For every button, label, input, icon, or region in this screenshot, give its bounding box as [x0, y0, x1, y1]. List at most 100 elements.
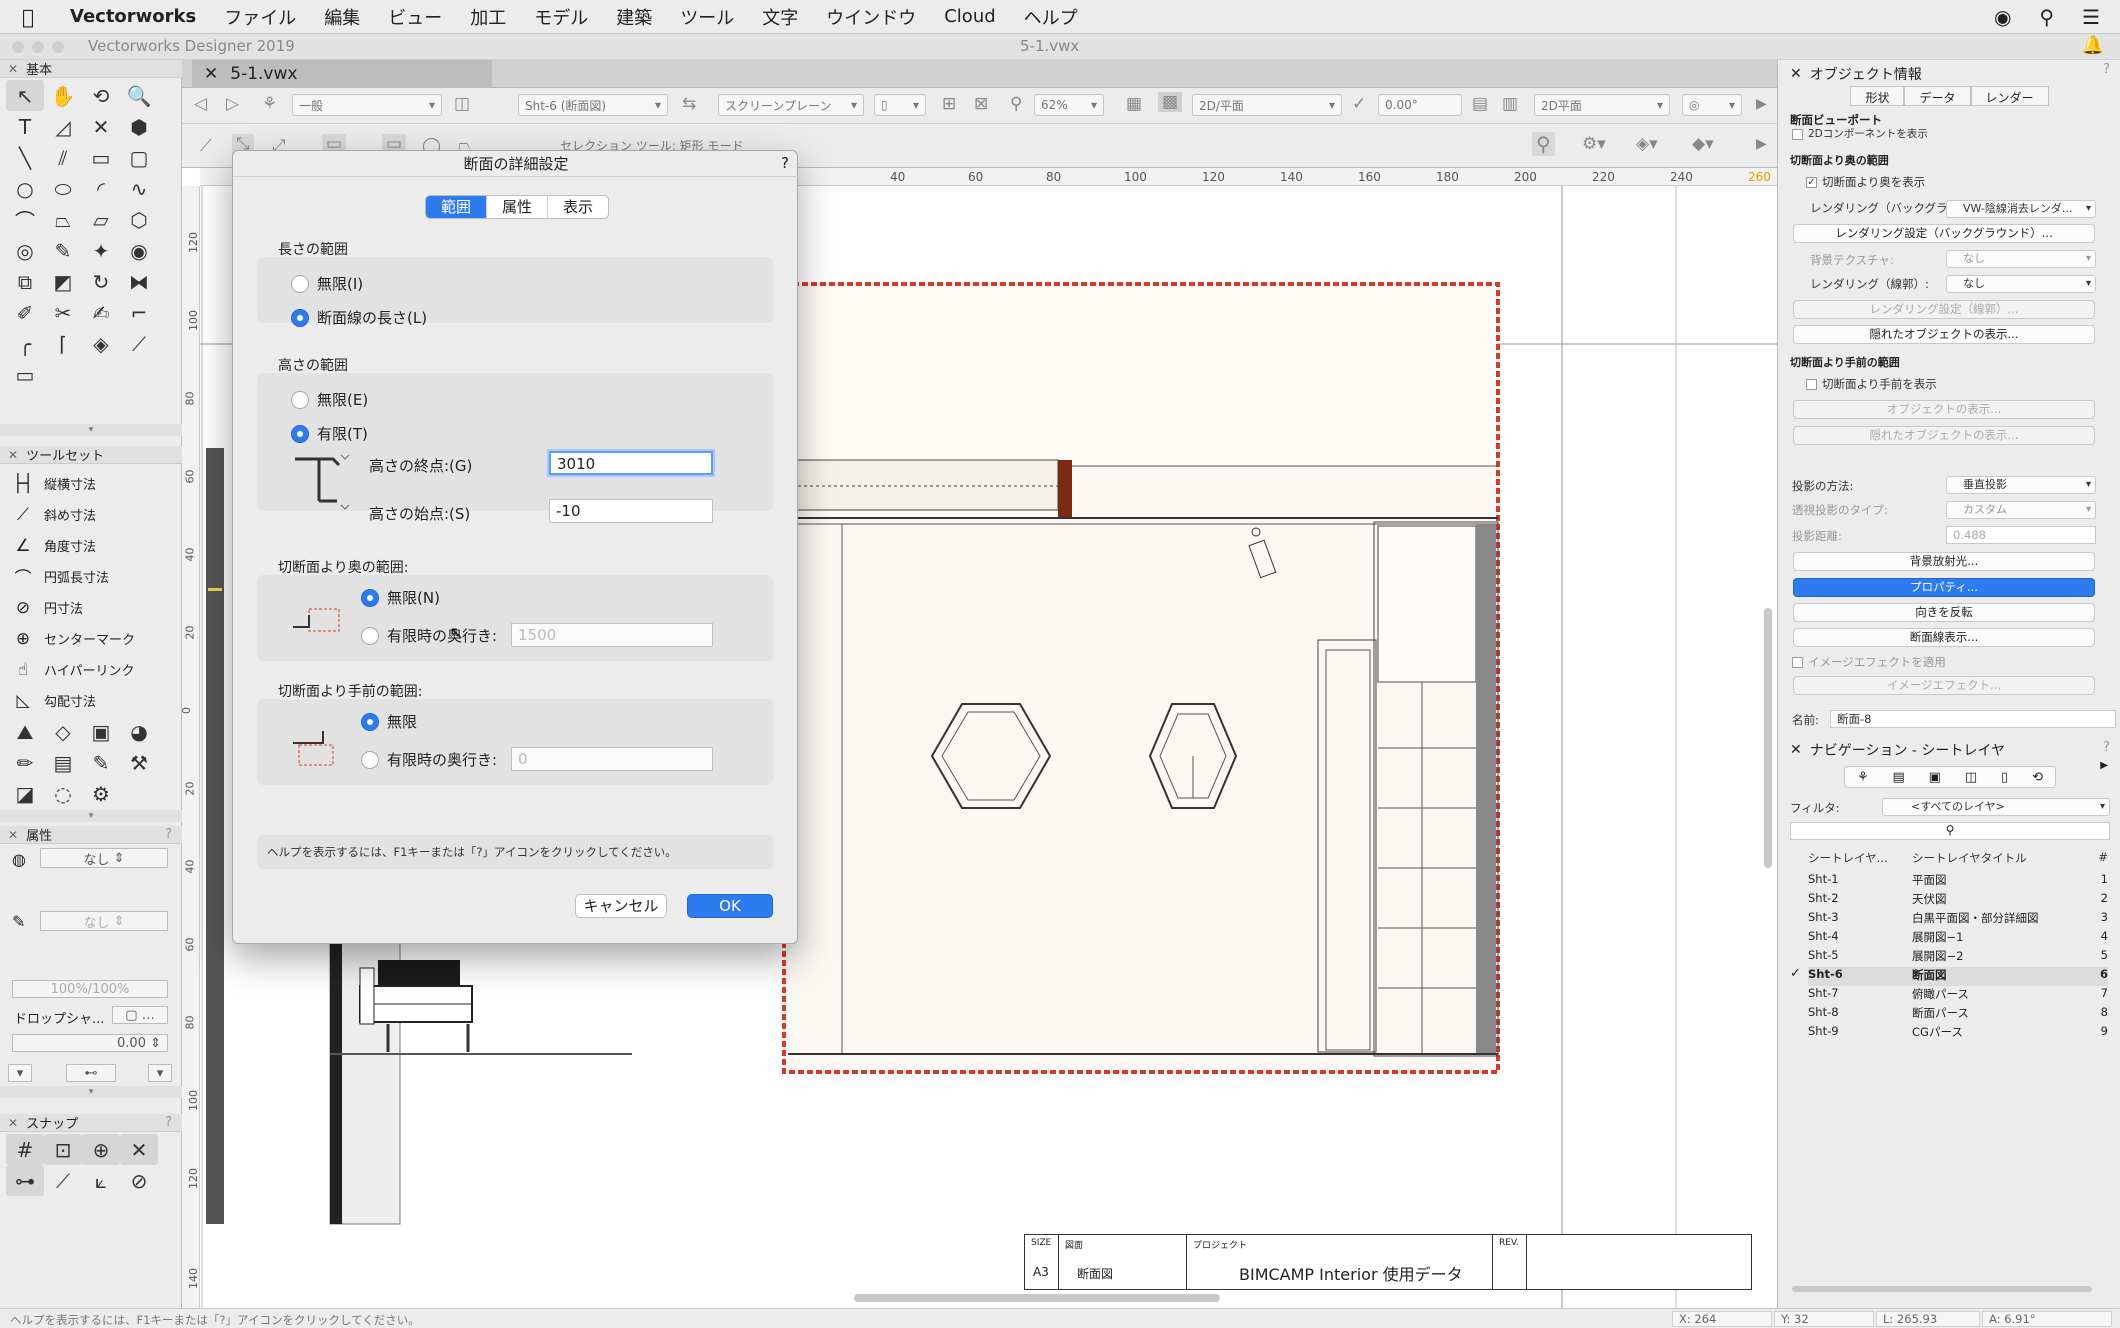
render-mode-icon[interactable]: ▩: [1158, 92, 1183, 112]
forward-arrow-icon[interactable]: ▷: [226, 94, 239, 114]
front-depth-field[interactable]: 0: [511, 747, 713, 771]
navigation-scrollbar[interactable]: [1792, 1286, 2092, 1292]
sheet-row[interactable]: Sht-9 CGパース 9: [1808, 1024, 2108, 1043]
sheet-row[interactable]: Sht-3 白黒平面図・部分詳細図 3: [1808, 910, 2108, 929]
rotate-plan-icon[interactable]: ✓: [1352, 94, 1366, 114]
menu-window[interactable]: ウインドウ: [812, 4, 930, 30]
record-icon[interactable]: ◉: [1994, 5, 2011, 29]
coord-angle[interactable]: A: 6.91°: [1982, 1311, 2112, 1327]
palette-resize-handle[interactable]: ▾: [0, 424, 182, 436]
sheet-row[interactable]: Sht-2 天伏図 2: [1808, 891, 2108, 910]
filter-select[interactable]: <すべてのレイヤ>: [1882, 798, 2110, 816]
zoom-select[interactable]: 62% ▾: [1034, 94, 1104, 116]
more-arrow-icon[interactable]: ▶: [1756, 96, 1767, 112]
dim-tool-item[interactable]: ⊕ センターマーク: [6, 623, 172, 654]
flip-button[interactable]: 向きを反転: [1793, 603, 2095, 622]
tab-attributes[interactable]: 属性: [486, 196, 547, 218]
dialog-help-button[interactable]: ?: [781, 154, 789, 172]
fillet-tool-icon[interactable]: ╭: [6, 328, 44, 359]
site-tools-icon[interactable]: ⛰: [6, 716, 44, 747]
double-line-tool-icon[interactable]: ⫽: [44, 142, 82, 173]
callout-tool-icon[interactable]: ◿: [44, 111, 82, 142]
render-line-settings-button[interactable]: レンダリング設定（線郭）...: [1793, 300, 2095, 319]
line-thickness-field[interactable]: 0.00 ⇕: [12, 1034, 168, 1052]
image-effect-button[interactable]: イメージエフェクト...: [1793, 676, 2095, 695]
distance-field[interactable]: 0.488: [1946, 526, 2096, 544]
unified-view-icon[interactable]: ▦: [1126, 94, 1142, 114]
close-icon[interactable]: ✕: [1790, 742, 1802, 758]
layer-stack-icon[interactable]: ▤: [1472, 94, 1488, 114]
rectangle-tool-icon[interactable]: ▭: [82, 142, 120, 173]
landscape-icon[interactable]: ▤: [44, 747, 82, 778]
apple-icon[interactable]: : [0, 5, 56, 29]
detailing-icon[interactable]: ✏: [6, 747, 44, 778]
trim-tool-icon[interactable]: ✂: [44, 297, 82, 328]
cancel-button[interactable]: キャンセル: [575, 894, 667, 918]
furniture-icon[interactable]: ▣: [82, 716, 120, 747]
dim-tool-item[interactable]: ├┤ 縦横寸法: [6, 468, 172, 499]
zoom-tool-icon[interactable]: 🔍: [120, 80, 158, 111]
zoom-window-button[interactable]: [52, 41, 64, 53]
menu-file[interactable]: ファイル: [210, 4, 310, 30]
ok-button[interactable]: OK: [687, 894, 773, 918]
rounded-rectangle-tool-icon[interactable]: ▢: [120, 142, 158, 173]
col-sheet-title[interactable]: シートレイヤタイトル: [1912, 850, 2027, 866]
layer-select[interactable]: Sht-6 (断面図) ▾: [518, 94, 668, 116]
page-setup-button[interactable]: ▯ ▾: [874, 94, 926, 116]
close-tab-icon[interactable]: ✕: [204, 64, 218, 84]
snap-grid-icon[interactable]: #: [6, 1134, 44, 1165]
close-icon[interactable]: ✕: [8, 1116, 18, 1130]
spiral-tool-icon[interactable]: ◎: [6, 235, 44, 266]
sheet-row[interactable]: Sht-4 展開図−1 4: [1808, 929, 2108, 948]
menu-architecture[interactable]: 建築: [602, 4, 666, 30]
text-tool-icon[interactable]: T: [6, 111, 44, 142]
pan-tool-icon[interactable]: ✋: [44, 80, 82, 111]
perspective-select[interactable]: カスタム: [1946, 501, 2096, 519]
back-finite-radio[interactable]: 有限時の奥行き:: [361, 625, 497, 646]
tab-shape[interactable]: 形状: [1850, 86, 1905, 106]
menu-help[interactable]: ヘルプ: [1010, 4, 1092, 30]
saved-views-icon[interactable]: ▯: [2001, 770, 2008, 785]
section-line-button[interactable]: 断面線表示...: [1793, 628, 2095, 647]
flyover-tool-icon[interactable]: ⟲: [82, 80, 120, 111]
minimize-window-button[interactable]: [32, 41, 44, 53]
attribute-mapping-tool-icon[interactable]: ◩: [44, 266, 82, 297]
bg-texture-select[interactable]: なし: [1946, 250, 2096, 268]
dim-tool-item[interactable]: ☝ ハイパーリンク: [6, 654, 172, 685]
eyedropper-tool-icon[interactable]: ✎: [44, 235, 82, 266]
freehand-tool-icon[interactable]: ∿: [120, 173, 158, 204]
class-select[interactable]: 一般 ▾: [292, 94, 442, 116]
plan-rotation-field[interactable]: 0.00°: [1378, 94, 1462, 116]
offset-tool-icon[interactable]: ⧉: [6, 266, 44, 297]
regular-polygon-tool-icon[interactable]: ⬡: [120, 204, 158, 235]
tape-tool-icon[interactable]: ▭: [6, 359, 44, 390]
palette-resize-handle[interactable]: ▾: [0, 810, 182, 822]
close-icon[interactable]: ✕: [8, 62, 18, 76]
opacity-field[interactable]: 100%/100%: [12, 980, 168, 998]
dim-tool-item[interactable]: ⟋ 斜め寸法: [6, 499, 172, 530]
line-end-button[interactable]: ▾: [148, 1064, 172, 1082]
viewports-icon[interactable]: ◫: [1965, 770, 1977, 785]
render-bg-select[interactable]: VW-陰線消去レンダ...: [1946, 200, 2096, 218]
line-marker-button[interactable]: ⊷: [66, 1064, 116, 1082]
back-infinite-radio[interactable]: 無限(N): [361, 587, 440, 608]
height-infinite-radio[interactable]: 無限(E): [291, 389, 368, 410]
tab-data[interactable]: データ: [1904, 86, 1971, 106]
back-arrow-icon[interactable]: ◁: [194, 94, 207, 114]
line-tool-icon[interactable]: ╲: [6, 142, 44, 173]
sheet-row[interactable]: Sht-5 展開図−2 5: [1808, 948, 2108, 967]
dim-tool-item[interactable]: ⊘ 円寸法: [6, 592, 172, 623]
object-display-button[interactable]: オブジェクトの表示...: [1793, 400, 2095, 419]
close-icon[interactable]: ✕: [1790, 66, 1802, 82]
rotate-tool-icon[interactable]: ↻: [82, 266, 120, 297]
polygon-tool-icon[interactable]: ⏢: [44, 204, 82, 235]
view-panes-icon[interactable]: ▥: [1502, 94, 1518, 114]
close-icon[interactable]: ✕: [8, 448, 18, 462]
sheet-row[interactable]: Sht-8 断面パース 8: [1808, 1005, 2108, 1024]
selection-search-icon[interactable]: ⚲: [1532, 132, 1555, 156]
tab-render[interactable]: レンダー: [1970, 86, 2049, 106]
snap-distance-icon[interactable]: ⊶: [6, 1165, 44, 1196]
navigation-search[interactable]: ⚲: [1790, 822, 2110, 840]
saved-views-icon[interactable]: ⚘: [262, 94, 277, 114]
circle-tool-icon[interactable]: ○: [6, 173, 44, 204]
